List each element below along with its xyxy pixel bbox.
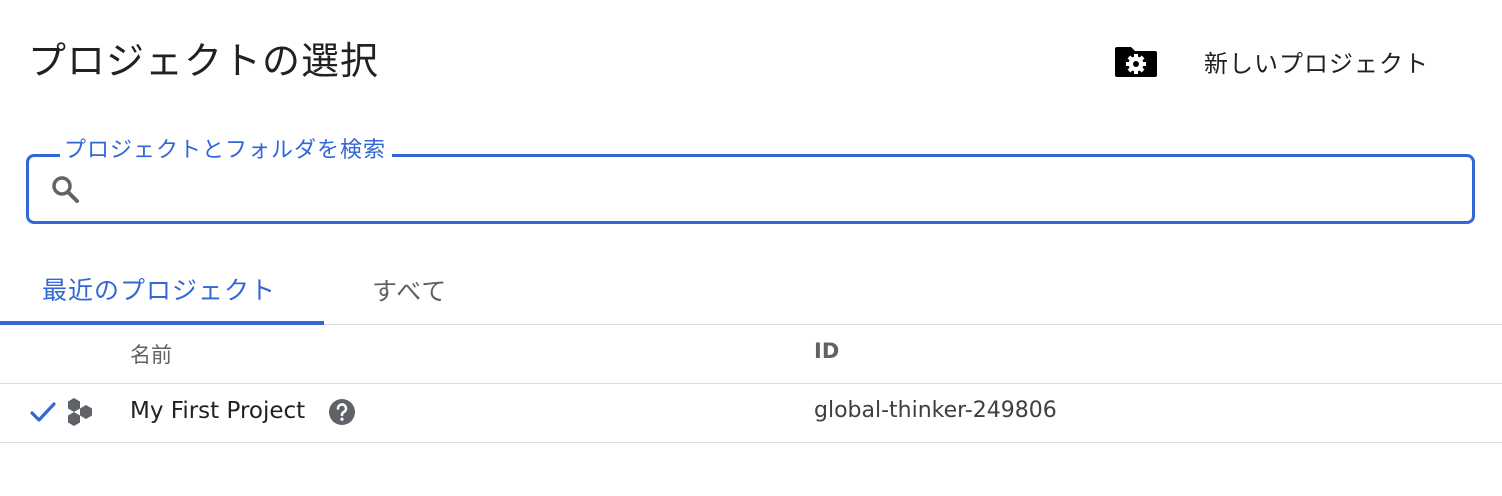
project-name[interactable]: My First Project [130,398,305,424]
project-table: 名前 ID My First Project global-thinker-24… [0,325,1502,443]
project-type-icon [68,398,92,426]
table-header-row: 名前 ID [0,325,1502,384]
search-input[interactable] [96,162,1460,218]
project-id: global-thinker-249806 [814,398,1057,423]
folder-settings-icon [1115,47,1157,77]
tab-all-label: すべて [372,277,448,306]
help-icon[interactable] [328,398,356,426]
dialog-title: プロジェクトの選択 [28,39,380,83]
new-project-label: 新しいプロジェクト [1204,49,1429,78]
tab-recent-projects-label: 最近のプロジェクト [42,275,277,305]
tab-bar: 最近のプロジェクト すべて [0,256,1502,325]
new-project-button[interactable]: 新しいプロジェクト [1110,36,1450,86]
check-icon [30,402,56,422]
tab-recent-projects[interactable]: 最近のプロジェクト [0,256,324,325]
project-picker-dialog: プロジェクトの選択 新しいプロジェクト プロジェクトとフォルダを検索 最近のプロ… [0,0,1502,496]
tab-all[interactable]: すべて [372,256,447,324]
column-header-name: 名前 [130,343,172,367]
search-field-label: プロジェクトとフォルダを検索 [60,138,393,164]
search-icon [52,176,79,203]
column-header-id: ID [814,339,840,363]
table-row[interactable]: My First Project global-thinker-249806 [0,384,1502,443]
